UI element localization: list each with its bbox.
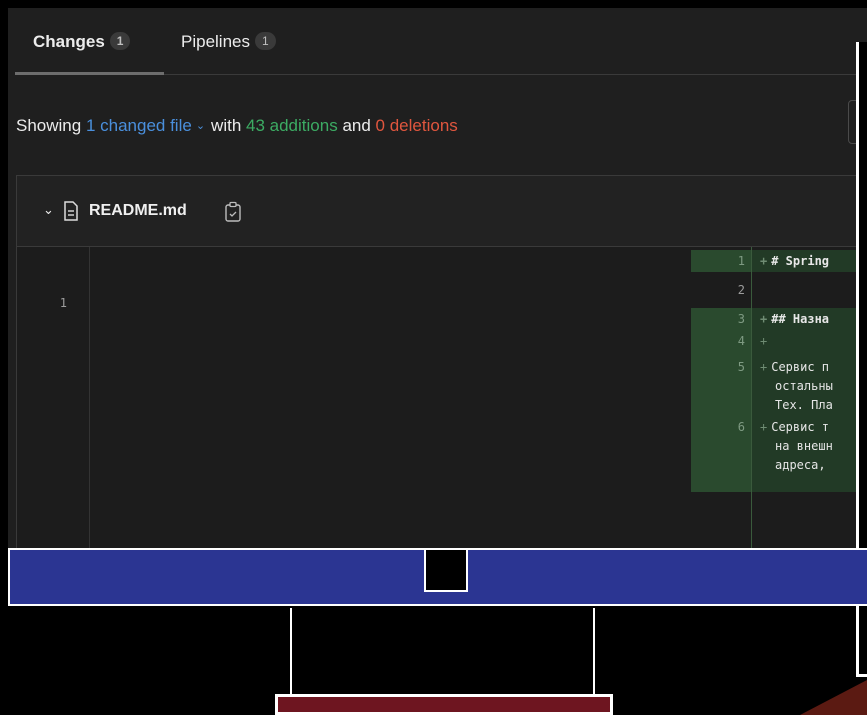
code-text: Сервис п: [771, 360, 830, 374]
new-line-number-row: 5: [691, 352, 751, 412]
tab-pipelines[interactable]: Pipelines 1: [181, 32, 276, 52]
code-line: + Сервис п остальны Тех. Пла: [752, 352, 867, 412]
line-number: 5: [737, 360, 745, 374]
diff-summary: Showing 1 changed file ⌄ with 43 additions…: [16, 116, 458, 136]
monitor-stand-base: [275, 694, 613, 715]
old-line-number: 1: [59, 296, 67, 310]
file-diff: ⌄ README.md 1 1 2 3 4 5 6 + # Spring + #…: [16, 175, 867, 548]
chevron-down-icon: ⌄: [195, 120, 206, 132]
corner-decoration: [800, 680, 867, 715]
plus-icon: +: [760, 312, 768, 326]
code-text-cont: адреса,: [775, 458, 826, 472]
tab-changes-count: 1: [109, 32, 131, 50]
tab-changes-label: Changes: [33, 32, 105, 51]
line-number: 4: [737, 334, 745, 348]
overlay-border-bottom: [856, 674, 867, 677]
additions-count: 43 additions: [246, 116, 338, 135]
new-code-column: + # Spring + ## Назна + + Сервис п остальны…: [751, 247, 867, 548]
active-tab-indicator: [15, 72, 164, 75]
new-line-numbers: 1 2 3 4 5 6: [691, 247, 751, 548]
code-text-cont: остальны: [775, 379, 833, 393]
line-number: 1: [737, 254, 745, 268]
file-header: ⌄ README.md: [17, 176, 867, 247]
plus-icon: +: [760, 334, 768, 348]
code-text: ## Назна: [771, 312, 830, 326]
old-line-numbers: 1: [17, 247, 90, 548]
changed-files-dropdown[interactable]: 1 changed file ⌄: [86, 116, 211, 135]
plus-icon: +: [760, 254, 768, 268]
changed-files-label: 1 changed file: [85, 116, 192, 135]
line-number: 3: [737, 312, 745, 326]
line-number: 6: [737, 420, 745, 434]
new-line-number-row: 6: [691, 412, 751, 492]
collapse-chevron-icon[interactable]: ⌄: [43, 202, 54, 218]
new-line-number-row: 4: [691, 330, 751, 352]
tab-pipelines-count: 1: [255, 32, 276, 50]
tabs-bar: Changes 1 Pipelines 1: [15, 8, 867, 75]
deletions-count: 0 deletions: [375, 116, 458, 135]
new-line-number-row: 2: [691, 279, 751, 301]
line-number: 2: [737, 283, 745, 297]
code-text: # Spring: [771, 254, 830, 268]
plus-icon: +: [760, 360, 768, 374]
monitor-stand-neck: [290, 608, 595, 694]
code-text-cont: Тех. Пла: [775, 398, 833, 412]
copy-path-icon[interactable]: [224, 201, 242, 228]
code-line: +: [752, 330, 867, 352]
plus-icon: +: [760, 420, 768, 434]
new-line-number-row: 3: [691, 308, 751, 330]
code-line: + # Spring: [752, 250, 867, 272]
new-line-number-row: 1: [691, 250, 751, 272]
taskbar-app-icon[interactable]: [424, 548, 468, 592]
tab-changes[interactable]: Changes 1: [33, 32, 131, 52]
code-line: + Сервис т на внешн адреса,: [752, 412, 867, 492]
merge-request-window: Changes 1 Pipelines 1 Showing 1 changed fi…: [8, 8, 867, 548]
summary-with: with: [211, 116, 242, 135]
summary-and: and: [342, 116, 371, 135]
code-text-cont: на внешн: [775, 439, 833, 453]
file-name[interactable]: README.md: [89, 202, 187, 220]
summary-showing: Showing: [16, 116, 82, 135]
tab-pipelines-label: Pipelines: [181, 32, 250, 51]
file-icon: [63, 201, 79, 226]
code-text: Сервис т: [771, 420, 830, 434]
taskbar: [8, 548, 867, 606]
code-line: + ## Назна: [752, 308, 867, 330]
